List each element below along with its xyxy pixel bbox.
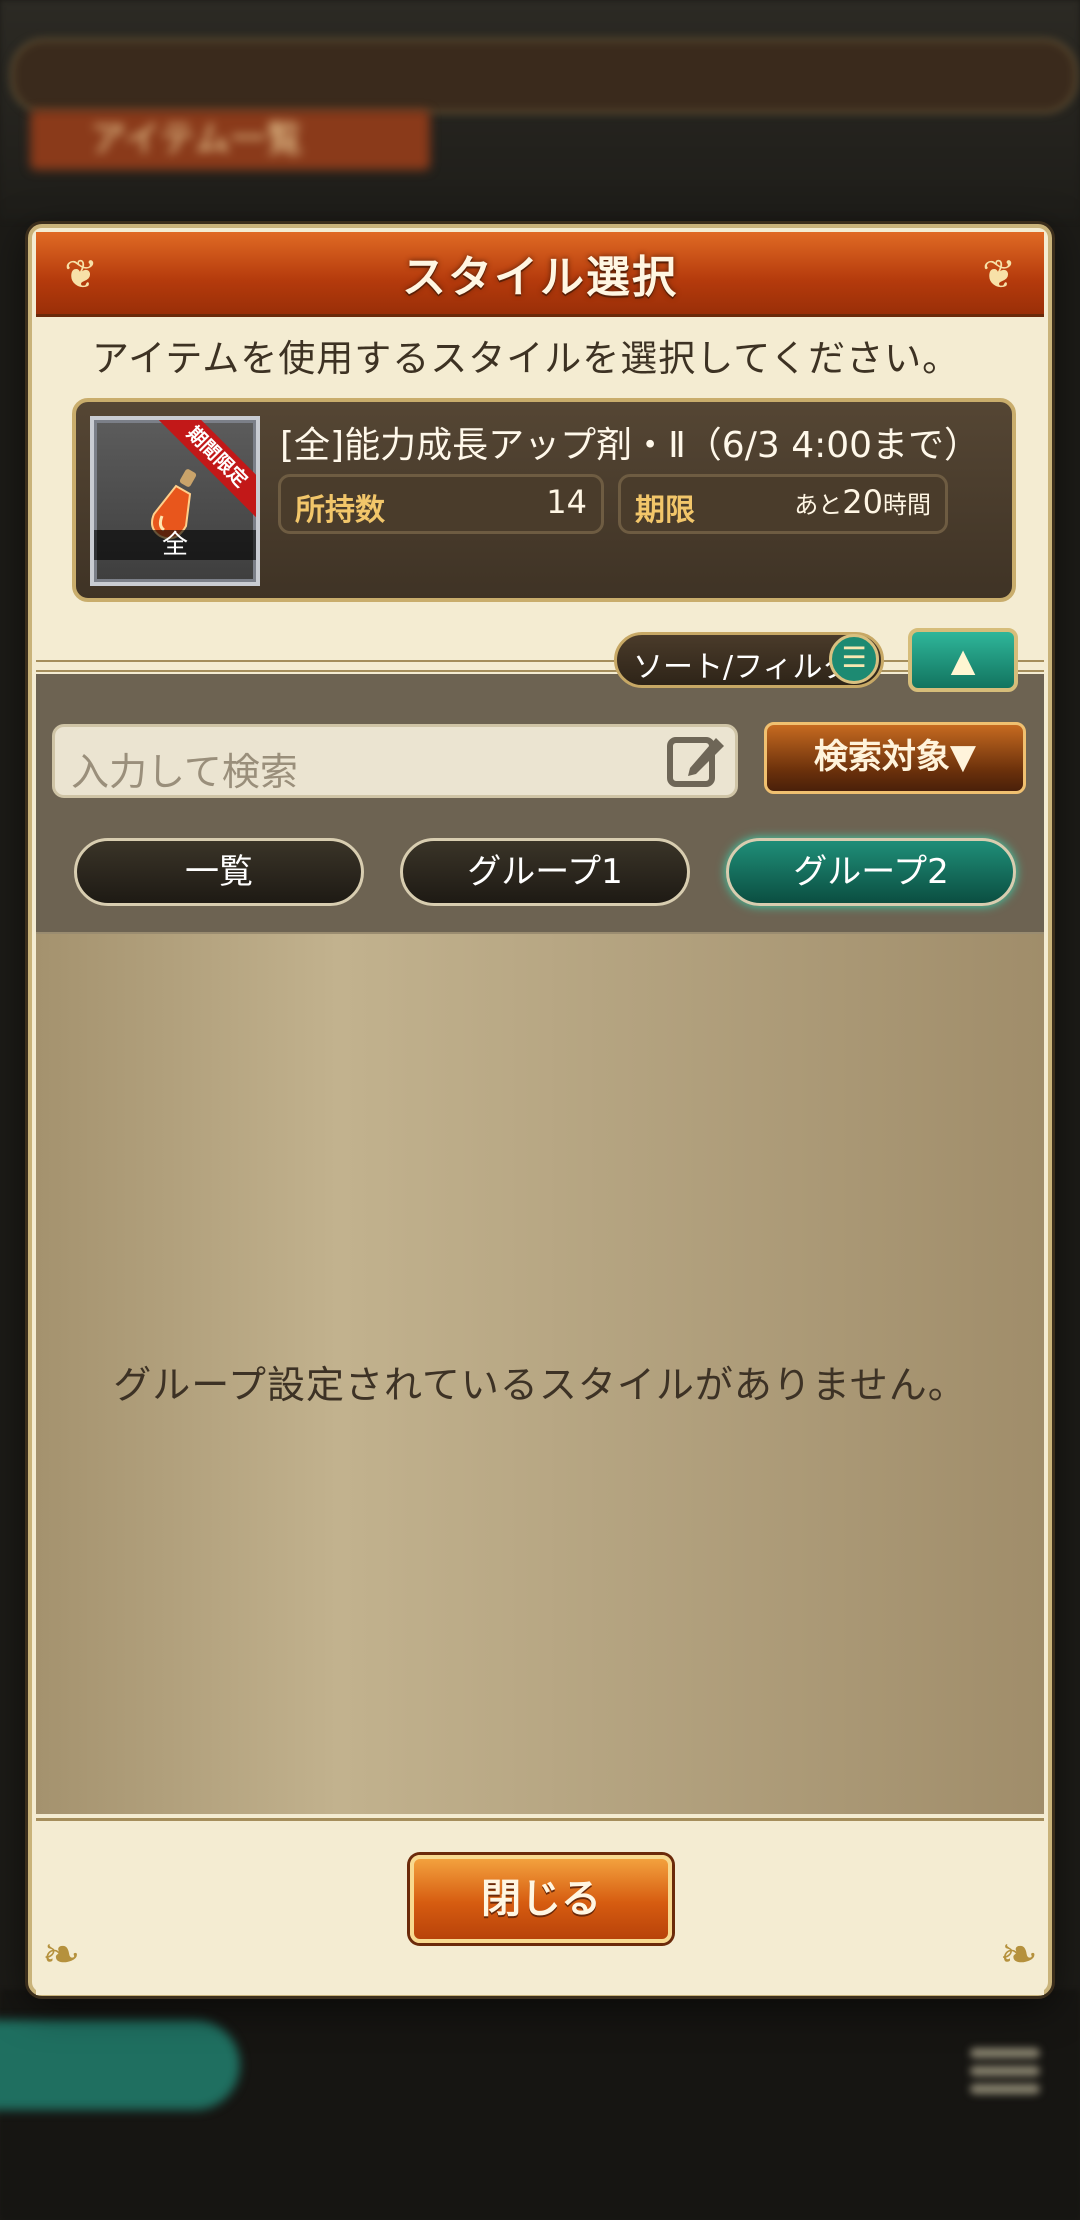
item-icon-tag: 全 — [94, 530, 256, 560]
divider — [36, 660, 1044, 672]
sort-filter-label: ソート/フィルタ — [633, 650, 853, 685]
triangle-up-icon: ▲ — [950, 641, 976, 679]
dialog-title: スタイル選択 — [402, 252, 678, 303]
edit-icon[interactable] — [666, 730, 726, 790]
background-screen-title: アイテム一覧 — [30, 110, 430, 170]
item-name: [全]能力成長アップ剤・Ⅱ（6/3 4:00まで） — [280, 425, 981, 466]
instruction-text: アイテムを使用するスタイルを選択してください。 — [92, 337, 961, 380]
footer-ornament-right-icon: ❧ — [999, 1927, 1038, 1981]
sort-filter-button[interactable]: ソート/フィルタ ☰ — [614, 632, 884, 688]
item-card: 全 期間限定 [全]能力成長アップ剤・Ⅱ（6/3 4:00まで） 所持数 14 … — [72, 398, 1016, 602]
expiry-number: 20 — [842, 483, 883, 521]
owned-value: 14 — [546, 483, 587, 521]
expiry-box: 期限 あと20時間 — [618, 474, 948, 534]
dialog-footer: 閉じる ❧ ❧ — [36, 1818, 1044, 1995]
owned-count-box: 所持数 14 — [278, 474, 604, 534]
collapse-button[interactable]: ▲ — [908, 628, 1018, 692]
search-panel: 入力して検索 検索対象▼ 一覧 グループ1 グループ2 — [36, 674, 1044, 935]
header-ornament-left-icon: ❦ — [64, 252, 98, 298]
background-back-button — [0, 2020, 240, 2110]
expiry-value: あと20時間 — [794, 483, 931, 521]
tab-list[interactable]: 一覧 — [74, 838, 364, 906]
tab-group-1[interactable]: グループ1 — [400, 838, 690, 906]
expiry-prefix: あと — [794, 491, 843, 519]
expiry-label: 期限 — [635, 493, 695, 528]
owned-label: 所持数 — [295, 493, 385, 528]
background-hud — [10, 38, 1078, 114]
style-list-area: グループ設定されているスタイルがありません。 — [36, 934, 1044, 1814]
dialog-header: ❦ スタイル選択 ❦ — [36, 232, 1044, 317]
search-target-button[interactable]: 検索対象▼ — [764, 722, 1026, 794]
search-input[interactable]: 入力して検索 — [52, 724, 738, 798]
list-icon: ☰ — [829, 634, 879, 684]
close-button[interactable]: 閉じる — [410, 1855, 672, 1943]
footer-ornament-left-icon: ❧ — [42, 1927, 81, 1981]
item-icon: 全 期間限定 — [90, 416, 260, 586]
style-select-dialog: ❦ スタイル選択 ❦ アイテムを使用するスタイルを選択してください。 全 期間限… — [28, 224, 1052, 1996]
header-ornament-right-icon: ❦ — [982, 252, 1016, 298]
empty-message: グループ設定されているスタイルがありません。 — [113, 1363, 967, 1407]
tab-group-2[interactable]: グループ2 — [726, 838, 1016, 906]
expiry-unit: 時間 — [883, 491, 931, 519]
background-menu-icon — [970, 2040, 1040, 2110]
